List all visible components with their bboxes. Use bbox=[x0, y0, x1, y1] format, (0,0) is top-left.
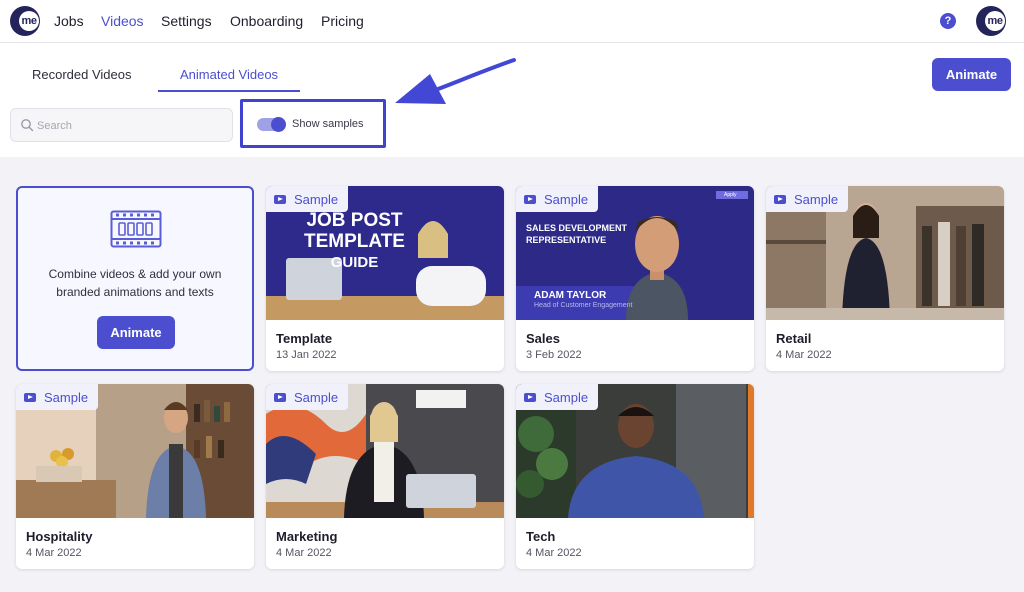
sample-badge: Sample bbox=[516, 384, 599, 410]
name-subtitle: Head of Customer Engagement bbox=[534, 302, 633, 309]
sample-badge: Sample bbox=[516, 186, 599, 212]
sample-badge: Sample bbox=[266, 384, 349, 410]
card-title: Tech bbox=[526, 529, 556, 544]
apply-tag: Apply bbox=[724, 192, 737, 198]
overlay-line-1: SALES DEVELOPMENT bbox=[526, 223, 628, 233]
sample-badge-label: Sample bbox=[544, 389, 589, 405]
sample-badge: Sample bbox=[266, 186, 349, 212]
card-title: Retail bbox=[776, 331, 812, 346]
video-thumbnail[interactable]: SALES DEVELOPMENT REPRESENTATIVE Apply A… bbox=[516, 186, 754, 320]
sample-badge-label: Sample bbox=[44, 389, 89, 405]
annotation-arrow-icon bbox=[395, 58, 516, 104]
card-date: 13 Jan 2022 bbox=[276, 349, 337, 361]
video-icon bbox=[774, 194, 786, 204]
video-icon bbox=[274, 392, 286, 402]
sample-badge-label: Sample bbox=[294, 191, 339, 207]
sample-badge: Sample bbox=[766, 186, 849, 212]
sample-badge-label: Sample bbox=[544, 191, 589, 207]
video-icon bbox=[274, 194, 286, 204]
card-date: 4 Mar 2022 bbox=[276, 547, 332, 559]
sample-badge-label: Sample bbox=[294, 389, 339, 405]
card-title: Hospitality bbox=[26, 529, 93, 544]
sample-badge-label: Sample bbox=[794, 191, 839, 207]
video-icon bbox=[524, 392, 536, 402]
film-strip-icon bbox=[110, 210, 162, 248]
video-thumbnail[interactable]: Sample bbox=[16, 384, 254, 518]
card-date: 4 Mar 2022 bbox=[26, 547, 82, 559]
promo-animate-button[interactable]: Animate bbox=[97, 316, 175, 349]
sample-badge: Sample bbox=[16, 384, 99, 410]
promo-description: Combine videos & add your own branded an… bbox=[48, 267, 222, 299]
video-card-tech[interactable]: Sample Tech 4 Mar 2022 bbox=[516, 384, 754, 569]
video-thumbnail[interactable]: JOB POST TEMPLATE GUIDE Sample bbox=[266, 186, 504, 320]
video-thumbnail[interactable]: Sample bbox=[266, 384, 504, 518]
overlay-line-2: TEMPLATE bbox=[304, 231, 405, 252]
overlay-line-1: JOB POST bbox=[306, 210, 403, 231]
video-card-marketing[interactable]: Sample Marketing 4 Mar 2022 bbox=[266, 384, 504, 569]
card-date: 4 Mar 2022 bbox=[526, 547, 582, 559]
card-title: Template bbox=[276, 331, 333, 346]
card-date: 4 Mar 2022 bbox=[776, 349, 832, 361]
video-thumbnail[interactable]: Sample bbox=[766, 186, 1004, 320]
card-date: 3 Feb 2022 bbox=[526, 349, 582, 361]
overlay-line-2: REPRESENTATIVE bbox=[526, 235, 607, 245]
card-title: Marketing bbox=[276, 529, 338, 544]
video-card-template[interactable]: JOB POST TEMPLATE GUIDE Sample Template … bbox=[266, 186, 504, 371]
video-card-retail[interactable]: Sample Retail 4 Mar 2022 bbox=[766, 186, 1004, 371]
card-title: Sales bbox=[526, 331, 560, 346]
video-card-sales[interactable]: SALES DEVELOPMENT REPRESENTATIVE Apply A… bbox=[516, 186, 754, 371]
video-thumbnail[interactable]: Sample bbox=[516, 384, 754, 518]
video-card-hospitality[interactable]: Sample Hospitality 4 Mar 2022 bbox=[16, 384, 254, 569]
overlay-line-3: GUIDE bbox=[330, 254, 379, 271]
video-icon bbox=[24, 392, 36, 402]
video-icon bbox=[524, 194, 536, 204]
animate-promo-card[interactable]: Combine videos & add your own branded an… bbox=[16, 186, 254, 371]
name-tag: ADAM TAYLOR bbox=[534, 290, 607, 301]
